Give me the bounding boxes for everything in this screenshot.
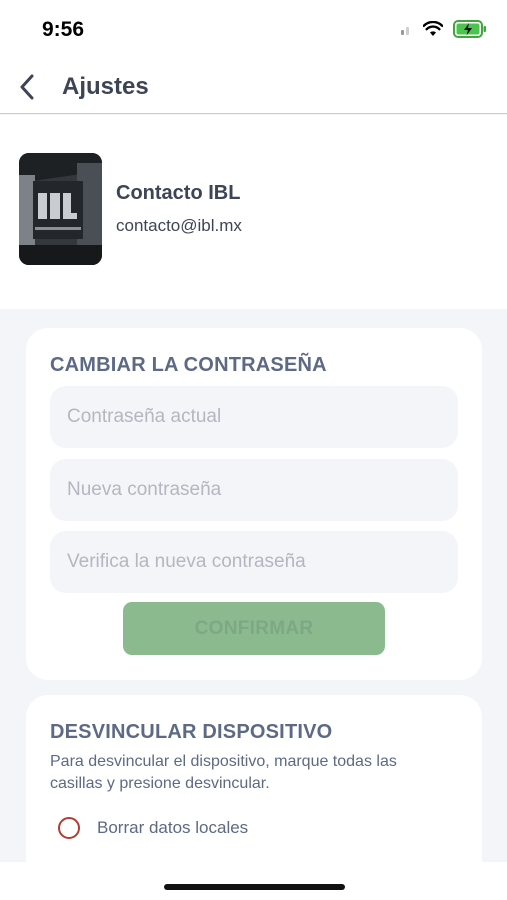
change-password-card: CAMBIAR LA CONTRASEÑA CONFIRMAR: [26, 328, 482, 680]
battery-charging-icon: [453, 20, 486, 38]
status-bar: 9:56: [0, 0, 507, 62]
profile-email: contacto@ibl.mx: [116, 216, 242, 235]
confirm-button[interactable]: CONFIRMAR: [123, 602, 385, 655]
page-title: Ajustes: [62, 73, 149, 100]
current-password-field[interactable]: [50, 386, 458, 448]
unlink-device-title: DESVINCULAR DISPOSITIVO: [50, 721, 333, 743]
status-time: 9:56: [42, 18, 85, 41]
radio-circle-icon[interactable]: [58, 817, 80, 839]
back-button[interactable]: [12, 70, 42, 104]
wifi-icon: [423, 21, 443, 36]
delete-local-data-option[interactable]: Borrar datos locales: [58, 817, 248, 839]
option-label: Borrar datos locales: [97, 818, 249, 837]
navigation-header: Ajustes: [0, 62, 507, 114]
avatar: [19, 153, 102, 265]
home-indicator[interactable]: [164, 884, 345, 890]
profile-name: Contacto IBL: [116, 182, 241, 204]
home-indicator-area: [0, 862, 507, 900]
profile-section: Contacto IBL contacto@ibl.mx: [0, 115, 507, 309]
verify-password-field[interactable]: [50, 531, 458, 593]
chevron-left-icon: [20, 74, 34, 100]
new-password-field[interactable]: [50, 459, 458, 521]
unlink-description: Para desvincular el dispositivo, marque …: [50, 753, 397, 792]
change-password-title: CAMBIAR LA CONTRASEÑA: [50, 354, 327, 376]
status-icons: [401, 20, 487, 38]
cellular-signal-icon: [401, 23, 413, 35]
profile-photo: [19, 153, 102, 265]
